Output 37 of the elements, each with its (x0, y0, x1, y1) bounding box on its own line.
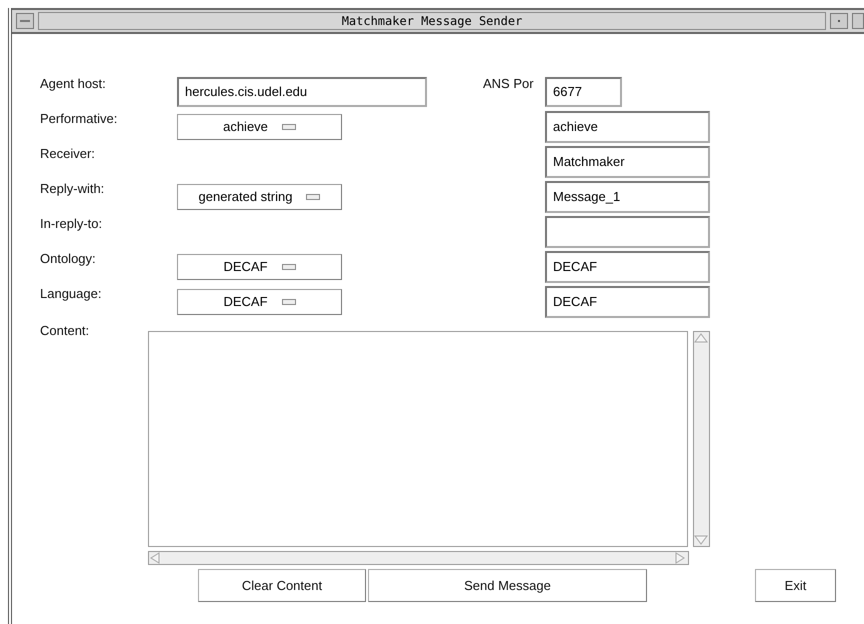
option-menu-indicator-icon (282, 264, 296, 270)
horizontal-scrollbar[interactable] (148, 551, 689, 565)
push-button[interactable]: Send Message (368, 569, 647, 602)
field-label: Language: (40, 285, 102, 301)
field-label: In-reply-to: (40, 215, 104, 231)
option-menu-indicator-icon (306, 194, 320, 200)
minimize-button[interactable] (830, 13, 848, 29)
text-field[interactable]: achieve (545, 110, 710, 142)
field-label: Reply-with: (40, 180, 106, 196)
maximize-button[interactable] (852, 13, 864, 29)
scroll-down-arrow-icon[interactable] (694, 534, 708, 546)
text-field[interactable] (545, 216, 710, 248)
port-field[interactable]: 6677 (545, 76, 622, 106)
option-menu[interactable]: DECAF (177, 254, 342, 280)
option-menu[interactable]: DECAF (177, 288, 342, 314)
field-label: Ontology: (40, 250, 97, 266)
scroll-up-arrow-icon[interactable] (694, 332, 708, 344)
option-menu-indicator-icon (282, 124, 296, 130)
field-label: ANS Por (483, 75, 535, 91)
text-field[interactable]: Matchmaker (545, 146, 710, 178)
exit-button[interactable]: Exit (755, 569, 836, 602)
option-menu-indicator-icon (282, 298, 296, 304)
option-menu[interactable]: achieve (177, 114, 342, 140)
field-label: Content: (40, 322, 90, 338)
field-label: Agent host: (40, 75, 107, 91)
text-field[interactable]: DECAF (545, 250, 710, 282)
option-menu[interactable]: generated string (177, 184, 342, 210)
field-label: Performative: (40, 110, 118, 126)
text-field[interactable]: DECAF (545, 286, 710, 318)
minus-icon (20, 19, 30, 23)
text-field[interactable]: Message_1 (545, 180, 710, 212)
vertical-scrollbar[interactable] (693, 331, 710, 547)
push-button[interactable]: Clear Content (198, 569, 366, 602)
field-label: Receiver: (40, 145, 96, 161)
window-title: Matchmaker Message Sender (38, 12, 826, 30)
window-menu-button[interactable] (16, 13, 34, 29)
agent-host-field[interactable]: hercules.cis.udel.edu (177, 76, 427, 106)
